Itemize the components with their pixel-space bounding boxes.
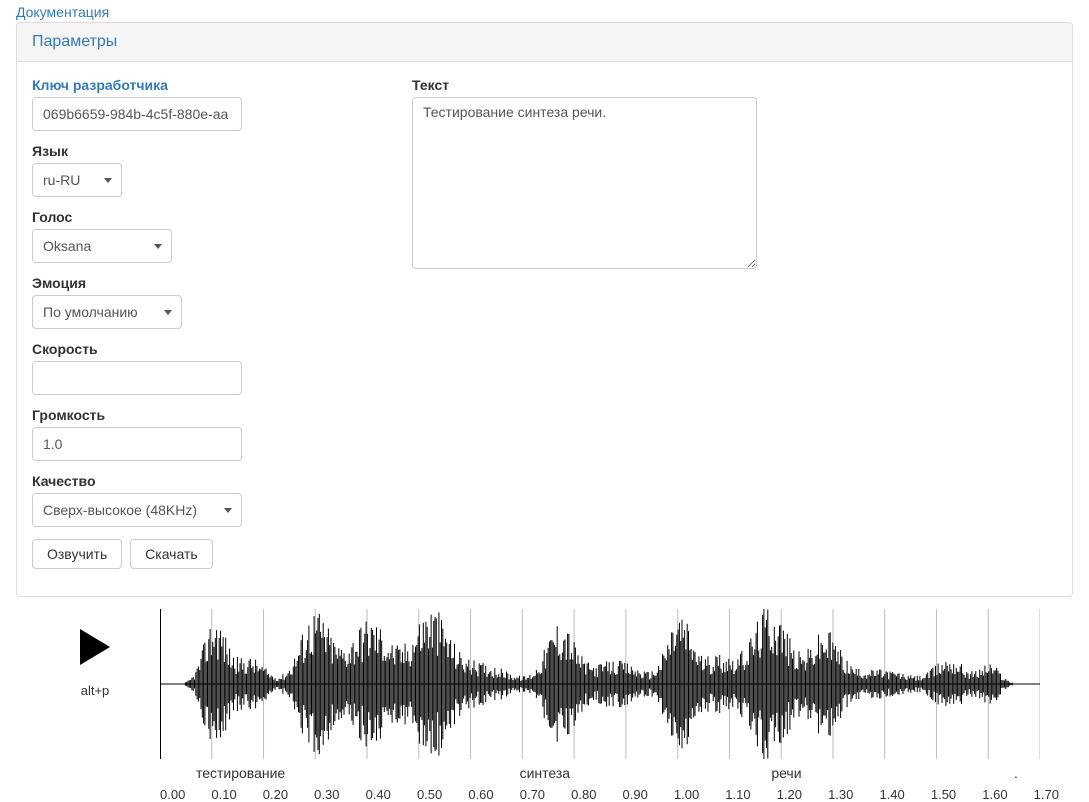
time-tick: 0.50 [417,787,442,802]
volume-input[interactable] [32,427,242,461]
text-textarea[interactable] [412,97,757,269]
speed-label: Скорость [32,341,372,357]
word-label: тестирование [196,765,285,781]
time-tick: 0.60 [468,787,493,802]
time-axis: 0.00 0.10 0.20 0.30 0.40 0.50 0.60 0.70 0.80 0.90… [160,787,1059,802]
language-label: Язык [32,143,372,159]
quality-select[interactable]: Сверх-высокое (48KHz) [32,493,242,527]
volume-label: Громкость [32,407,372,423]
speak-button[interactable]: Озвучить [32,539,122,569]
word-label: речи [771,765,801,781]
language-select[interactable]: ru-RU [32,163,122,197]
emotion-select[interactable]: По умолчанию [32,295,182,329]
voice-label: Голос [32,209,372,225]
waveform-display[interactable] [160,609,1040,759]
word-labels: тестирование синтеза речи. [160,765,1059,783]
time-tick: 1.20 [777,787,802,802]
emotion-label: Эмоция [32,275,372,291]
time-tick: 0.80 [571,787,596,802]
word-label: . [1014,765,1018,781]
time-tick: 0.70 [520,787,545,802]
time-tick: 1.10 [725,787,750,802]
documentation-link[interactable]: Документация [16,4,109,20]
time-tick: 0.20 [263,787,288,802]
time-tick: 1.50 [931,787,956,802]
text-label: Текст [412,77,1057,93]
time-tick: 1.30 [828,787,853,802]
voice-select[interactable]: Oksana [32,229,172,263]
time-tick: 0.40 [366,787,391,802]
waveform-area: alt+p тестированиесинтезаречи. 0.000.100… [30,609,1059,802]
word-label: синтеза [520,765,571,781]
play-hotkey-label: alt+p [81,683,110,698]
params-panel: Параметры Ключ разработчика Язык ru-RU Г… [16,22,1073,597]
time-tick: 1.00 [674,787,699,802]
time-tick: 1.60 [982,787,1007,802]
time-tick: 1.70 [1034,787,1059,802]
time-tick: 0.00 [160,787,185,802]
quality-label: Качество [32,473,372,489]
time-tick: 1.40 [879,787,904,802]
time-tick: 0.10 [211,787,236,802]
dev-key-label[interactable]: Ключ разработчика [32,77,372,93]
download-button[interactable]: Скачать [130,539,213,569]
time-tick: 0.90 [623,787,648,802]
speed-input[interactable] [32,361,242,395]
play-button[interactable] [80,629,110,665]
time-tick: 0.30 [314,787,339,802]
panel-title: Параметры [17,23,1072,62]
dev-key-input[interactable] [32,97,242,131]
